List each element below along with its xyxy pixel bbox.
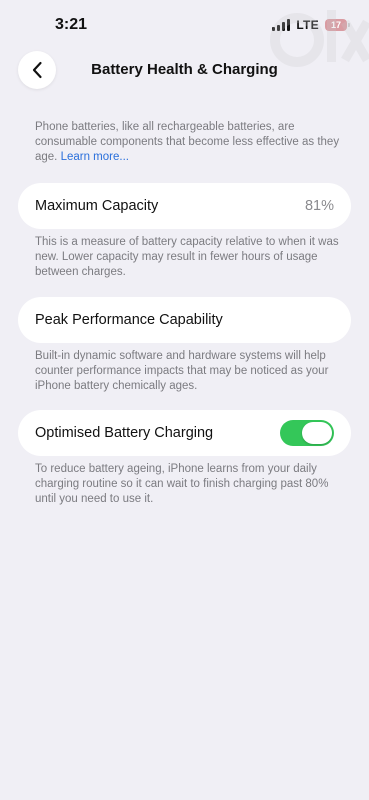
peak-performance-label: Peak Performance Capability	[35, 312, 223, 328]
peak-performance-row[interactable]: Peak Performance Capability	[18, 297, 351, 343]
optimised-charging-footnote: To reduce battery ageing, iPhone learns …	[35, 463, 329, 505]
page-title: Battery Health & Charging	[91, 61, 278, 78]
peak-performance-footnote: Built-in dynamic software and hardware s…	[35, 350, 329, 392]
maximum-capacity-value: 81%	[304, 198, 334, 214]
maximum-capacity-footnote: This is a measure of battery capacity re…	[35, 236, 339, 278]
optimised-charging-label: Optimised Battery Charging	[35, 425, 214, 441]
maximum-capacity-row: Maximum Capacity 81%	[18, 183, 351, 229]
learn-more-link[interactable]: Learn more...	[61, 151, 129, 163]
toggle-knob	[302, 422, 332, 444]
status-bar: 3:21 LTE 17	[0, 0, 369, 67]
intro-text: Phone batteries, like all rechargeable b…	[35, 120, 340, 165]
optimised-charging-toggle[interactable]	[280, 420, 334, 446]
maximum-capacity-label: Maximum Capacity	[35, 198, 159, 214]
navigation-bar: Battery Health & Charging	[0, 48, 369, 92]
optimised-charging-row: Optimised Battery Charging	[18, 410, 351, 456]
status-time: 3:21	[55, 16, 88, 33]
